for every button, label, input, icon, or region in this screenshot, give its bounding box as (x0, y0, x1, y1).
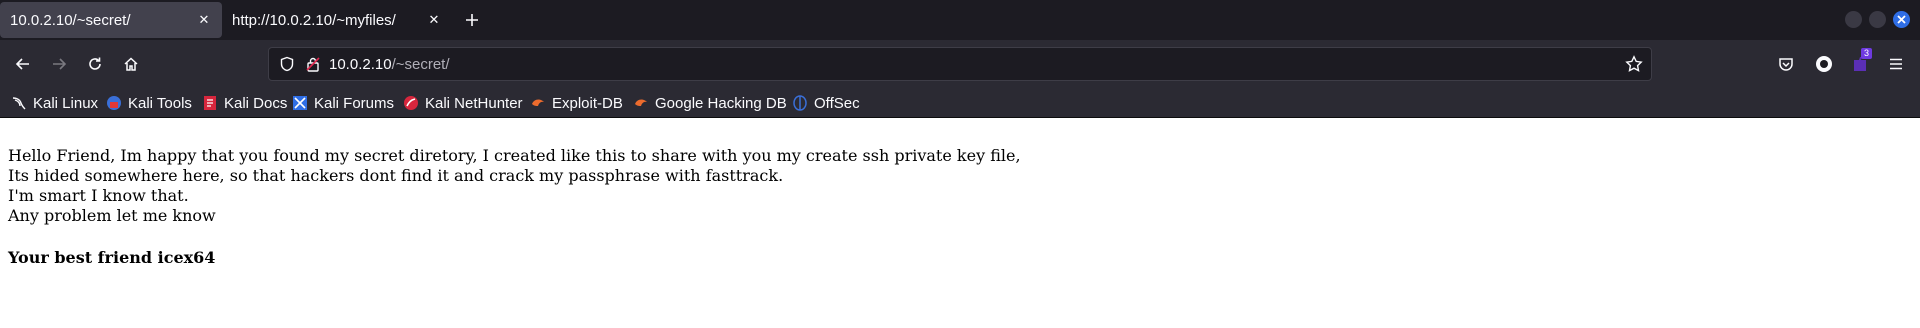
address-bar[interactable]: 10.0.2.10/~secret/ (268, 47, 1652, 81)
arrow-left-icon (15, 58, 29, 70)
close-icon (1897, 15, 1906, 24)
signature: Your best friend icex64 (8, 248, 216, 267)
close-window-button[interactable] (1893, 11, 1910, 28)
url-path: /~secret/ (391, 56, 450, 73)
bookmark-label: Kali Forums (314, 94, 395, 112)
close-tab-icon[interactable]: ✕ (194, 10, 214, 30)
bookmark-exploit-db[interactable]: Exploit-DB (530, 93, 623, 113)
bookmark-label: OffSec (814, 94, 860, 112)
back-button[interactable] (9, 50, 37, 78)
kali-tools-icon (106, 95, 122, 111)
bookmark-kali-nethunter[interactable]: Kali NetHunter (403, 93, 523, 113)
hamburger-menu-icon (1890, 58, 1902, 70)
message-line: Its hided somewhere here, so that hacker… (8, 166, 784, 185)
exploit-db-icon (530, 95, 546, 111)
kali-forums-icon (292, 95, 308, 111)
minimize-button[interactable] (1845, 11, 1862, 28)
pocket-icon (1779, 58, 1793, 71)
bookmark-label: Kali Tools (128, 94, 192, 112)
toolbar-divider (0, 117, 1920, 118)
message-line: Any problem let me know (8, 206, 216, 225)
bookmark-label: Kali NetHunter (425, 94, 523, 112)
reload-icon (89, 57, 101, 70)
bookmark-kali-tools[interactable]: Kali Tools (106, 93, 192, 113)
bookmark-label: Exploit-DB (552, 94, 623, 112)
url-host: 10.0.2.10 (329, 56, 392, 73)
bookmark-offsec[interactable]: OffSec (792, 93, 860, 113)
plus-icon (466, 14, 478, 26)
bookmark-label: Google Hacking DB (655, 94, 787, 112)
extensions-button[interactable]: 3 (1846, 48, 1874, 78)
new-tab-button[interactable] (458, 6, 486, 34)
message-line: Hello Friend, Im happy that you found my… (8, 146, 1021, 165)
menu-button[interactable] (1882, 50, 1910, 78)
maximize-button[interactable] (1869, 11, 1886, 28)
url-text[interactable]: 10.0.2.10/~secret/ (329, 56, 450, 73)
close-tab-icon[interactable]: ✕ (424, 10, 444, 30)
tab-strip: 10.0.2.10/~secret/ ✕ http://10.0.2.10/~m… (0, 0, 1920, 40)
bookmark-kali-linux[interactable]: Kali Linux (11, 93, 98, 113)
extension-badge: 3 (1860, 48, 1872, 59)
bookmark-label: Kali Linux (33, 94, 99, 112)
ghdb-icon (633, 95, 649, 111)
bookmarks-toolbar: Kali Linux Kali Tools Kali Docs Kali For… (0, 88, 1920, 118)
tab-myfiles[interactable]: http://10.0.2.10/~myfiles/ ✕ (222, 2, 452, 38)
forward-button[interactable] (45, 50, 73, 78)
kali-docs-icon (202, 95, 218, 111)
page-content: Hello Friend, Im happy that you found my… (8, 146, 1021, 268)
home-button[interactable] (117, 50, 145, 78)
message-line: I'm smart I know that. (8, 186, 189, 205)
home-icon (124, 57, 138, 71)
tab-secret[interactable]: 10.0.2.10/~secret/ ✕ (0, 2, 222, 38)
reload-button[interactable] (81, 50, 109, 78)
account-circle-icon (1816, 56, 1832, 72)
bookmark-label: Kali Docs (224, 94, 288, 112)
bookmark-star-icon[interactable] (1625, 55, 1643, 78)
arrow-right-icon (53, 58, 67, 70)
bookmark-kali-forums[interactable]: Kali Forums (292, 93, 394, 113)
shield-icon[interactable] (279, 56, 295, 77)
bookmark-google-hacking-db[interactable]: Google Hacking DB (633, 93, 787, 113)
kali-nethunter-icon (403, 95, 419, 111)
tab-title: 10.0.2.10/~secret/ (10, 11, 131, 29)
account-button[interactable] (1810, 50, 1838, 78)
insecure-lock-icon[interactable] (305, 56, 321, 77)
tab-title: http://10.0.2.10/~myfiles/ (232, 11, 396, 29)
bookmark-kali-docs[interactable]: Kali Docs (202, 93, 287, 113)
offsec-icon (792, 95, 808, 111)
kali-dragon-icon (11, 95, 27, 111)
pocket-button[interactable] (1772, 50, 1800, 78)
